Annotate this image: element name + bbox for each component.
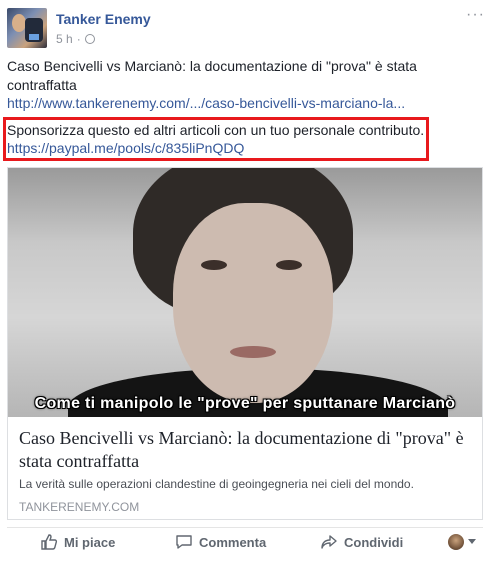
page-name-link[interactable]: Tanker Enemy xyxy=(56,11,151,27)
speech-bubble-icon xyxy=(176,535,192,549)
post-timestamp[interactable]: 5 h xyxy=(56,32,73,46)
post-text: Caso Bencivelli vs Marcianò: la document… xyxy=(7,58,417,93)
preview-image[interactable]: Come ti manipolo le "prove" per sputtana… xyxy=(8,168,482,417)
comment-button[interactable]: Commenta xyxy=(175,530,266,554)
share-button[interactable]: Condividi xyxy=(320,530,403,554)
globe-icon[interactable] xyxy=(84,34,95,44)
like-button[interactable]: Mi piace xyxy=(40,530,115,554)
like-label: Mi piace xyxy=(64,534,116,550)
card-domain: TANKERENEMY.COM xyxy=(19,500,140,514)
action-divider xyxy=(7,527,483,528)
thumbs-up-icon xyxy=(41,534,58,550)
article-link[interactable]: http://www.tankerenemy.com/.../caso-benc… xyxy=(7,95,405,111)
image-caption: Come ti manipolo le "prove" per sputtana… xyxy=(34,395,456,412)
card-body[interactable]: Caso Bencivelli vs Marcianò: la document… xyxy=(8,417,482,519)
link-preview-card[interactable]: Come ti manipolo le "prove" per sputtana… xyxy=(7,167,483,520)
post-header: Tanker Enemy 5 h · ··· xyxy=(7,7,485,52)
card-title[interactable]: Caso Bencivelli vs Marcianò: la document… xyxy=(19,427,469,473)
post-meta: 5 h · xyxy=(56,32,95,46)
paypal-link[interactable]: https://paypal.me/pools/c/835liPnQDQ xyxy=(7,140,244,156)
page-avatar[interactable] xyxy=(7,8,47,48)
sponsor-text: Sponsorizza questo ed altri articoli con… xyxy=(7,122,425,138)
share-label: Condividi xyxy=(344,534,404,550)
viewer-avatar[interactable] xyxy=(448,534,464,550)
action-bar: Mi piace Commenta Condividi xyxy=(7,530,483,560)
comment-label: Commenta xyxy=(199,534,267,550)
card-description: La verità sulle operazioni clandestine d… xyxy=(19,477,414,491)
more-options-icon[interactable]: ··· xyxy=(466,7,485,23)
share-arrow-icon xyxy=(321,535,337,549)
chevron-down-icon[interactable] xyxy=(468,539,476,544)
meta-separator: · xyxy=(76,32,81,46)
